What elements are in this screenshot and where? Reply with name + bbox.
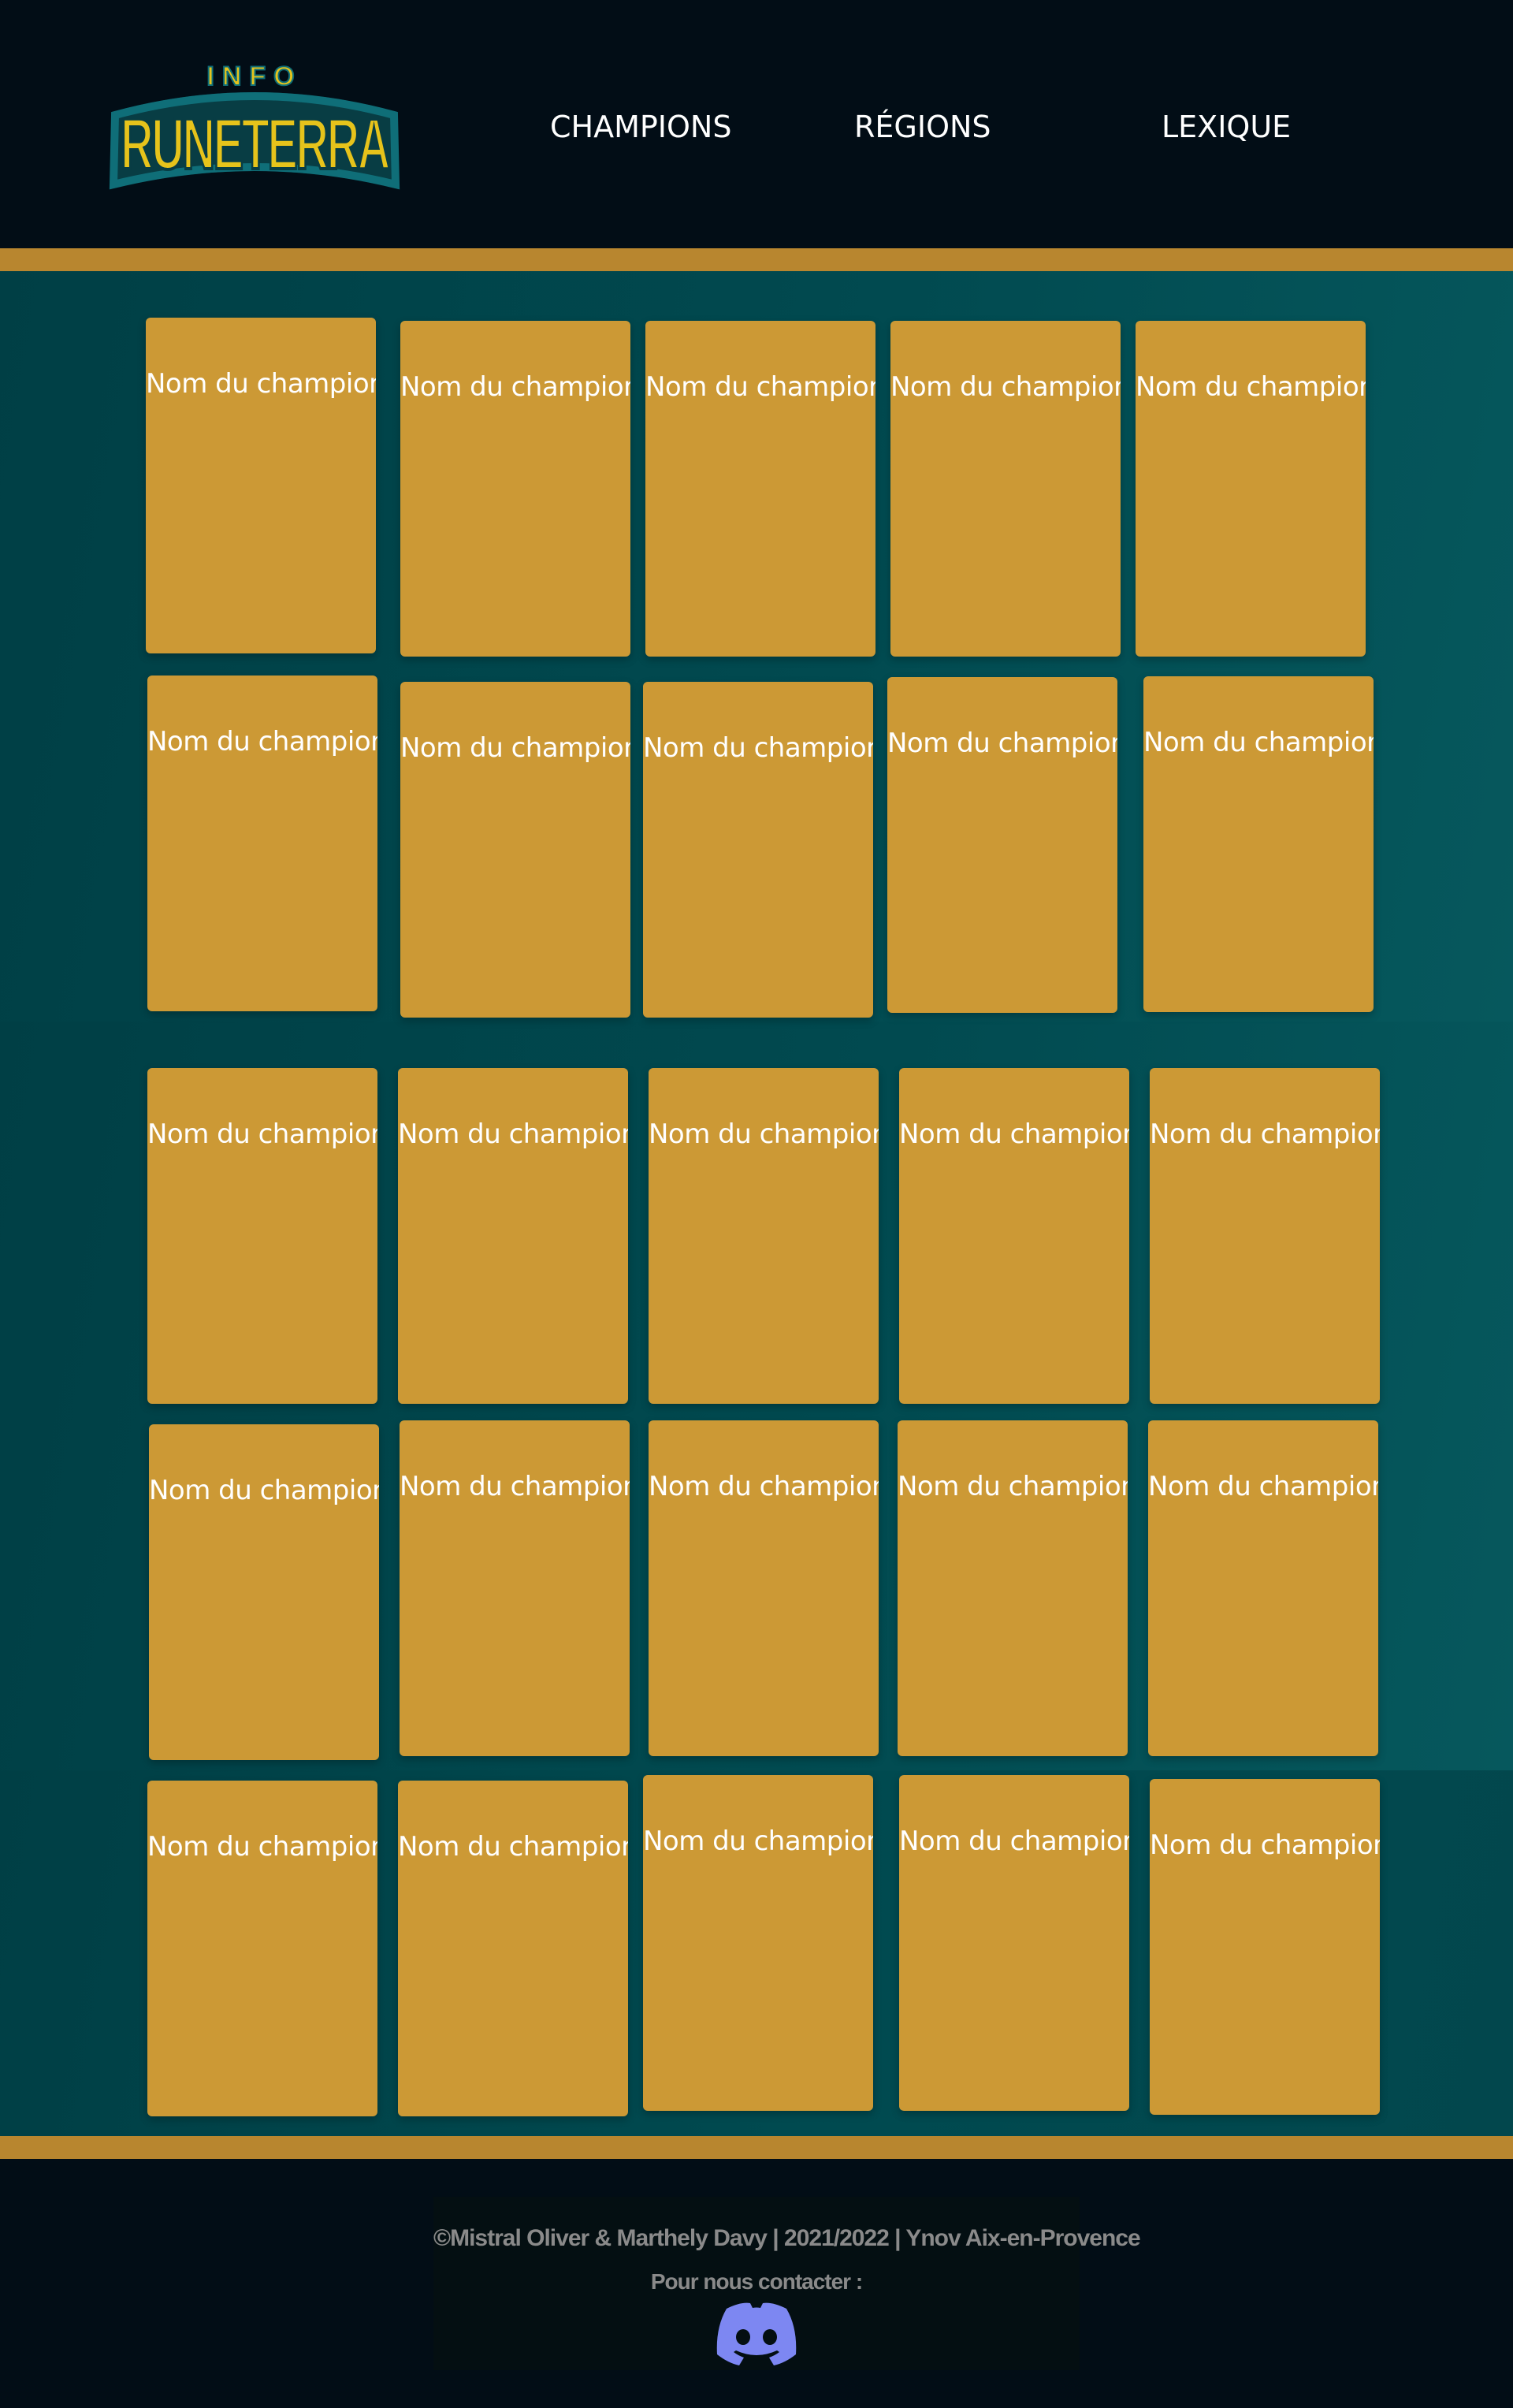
header-gold-band <box>0 248 1513 271</box>
champion-name: Nom du champion <box>147 726 377 757</box>
nav-lexique[interactable]: LEXIQUE <box>1162 107 1291 147</box>
champion-name: Nom du champion <box>898 1471 1128 1502</box>
champion-name: Nom du champion <box>643 1826 873 1857</box>
site-header: INFO RUNETERRA CHAMPIONS RÉGIONS LEXIQUE <box>0 0 1513 248</box>
footer-contact-label: Pour nous contacter : <box>650 2269 863 2294</box>
champion-name: Nom du champion <box>899 1118 1129 1150</box>
champion-card[interactable]: Nom du champion <box>1148 1420 1378 1756</box>
champion-name: Nom du champion <box>890 371 1121 403</box>
champion-name: Nom du champion <box>899 1826 1129 1857</box>
logo-info-text: INFO <box>206 61 302 91</box>
champion-name: Nom du champion <box>1136 371 1366 403</box>
site-footer: ©Mistral Oliver & Marthely Davy | 2021/2… <box>0 2159 1513 2408</box>
champion-card[interactable]: Nom du champion <box>899 1068 1129 1404</box>
champion-name: Nom du champion <box>645 371 875 403</box>
champion-name: Nom du champion <box>147 1118 377 1150</box>
champion-name: Nom du champion <box>1143 727 1374 758</box>
champion-name: Nom du champion <box>649 1471 879 1502</box>
champion-card[interactable]: Nom du champion <box>149 1424 379 1760</box>
champion-card[interactable]: Nom du champion <box>899 1775 1129 2111</box>
champion-name: Nom du champion <box>649 1118 879 1150</box>
nav-regions[interactable]: RÉGIONS <box>854 107 991 147</box>
champion-card[interactable]: Nom du champion <box>400 321 630 657</box>
footer-content: ©Mistral Oliver & Marthely Davy | 2021/2… <box>433 2197 1141 2370</box>
nav-champions[interactable]: CHAMPIONS <box>550 107 731 147</box>
champion-name: Nom du champion <box>398 1831 628 1863</box>
champion-card[interactable]: Nom du champion <box>400 682 630 1018</box>
champion-name: Nom du champion <box>398 1118 628 1150</box>
champion-name: Nom du champion <box>400 1471 630 1502</box>
footer-credit: ©Mistral Oliver & Marthely Davy | 2021/2… <box>433 2225 1141 2251</box>
champion-card[interactable]: Nom du champion <box>898 1420 1128 1756</box>
champion-name: Nom du champion <box>643 732 873 764</box>
logo[interactable]: INFO RUNETERRA <box>104 49 405 213</box>
champion-name: Nom du champion <box>149 1475 379 1506</box>
champion-card[interactable]: Nom du champion <box>1150 1068 1380 1404</box>
champion-card[interactable]: Nom du champion <box>147 1781 377 2116</box>
champion-card[interactable]: Nom du champion <box>890 321 1121 657</box>
champion-card[interactable]: Nom du champion <box>398 1068 628 1404</box>
champion-card[interactable]: Nom du champion <box>1136 321 1366 657</box>
logo-runeterra-text: RUNETERRA <box>121 104 390 184</box>
champion-name: Nom du champion <box>147 1831 377 1863</box>
champion-card[interactable]: Nom du champion <box>398 1781 628 2116</box>
champion-card[interactable]: Nom du champion <box>649 1068 879 1404</box>
champion-card[interactable]: Nom du champion <box>887 677 1117 1013</box>
champion-name: Nom du champion <box>146 368 376 400</box>
champion-card[interactable]: Nom du champion <box>147 1068 377 1404</box>
champion-card[interactable]: Nom du champion <box>649 1420 879 1756</box>
champion-card[interactable]: Nom du champion <box>643 682 873 1018</box>
champion-card[interactable]: Nom du champion <box>1143 676 1374 1012</box>
champion-name: Nom du champion <box>1148 1471 1378 1502</box>
champion-name: Nom du champion <box>1150 1118 1380 1150</box>
champion-card[interactable]: Nom du champion <box>645 321 875 657</box>
champion-name: Nom du champion <box>400 371 630 403</box>
champion-name: Nom du champion <box>887 728 1117 759</box>
champion-card[interactable]: Nom du champion <box>400 1420 630 1756</box>
footer-gold-band <box>0 2136 1513 2159</box>
champion-card[interactable]: Nom du champion <box>1150 1779 1380 2115</box>
champion-name: Nom du champion <box>1150 1829 1380 1861</box>
champion-name: Nom du champion <box>400 732 630 764</box>
champion-card[interactable]: Nom du champion <box>643 1775 873 2111</box>
champion-card[interactable]: Nom du champion <box>147 676 377 1011</box>
champion-card[interactable]: Nom du champion <box>146 318 376 653</box>
discord-icon[interactable] <box>709 2298 804 2369</box>
